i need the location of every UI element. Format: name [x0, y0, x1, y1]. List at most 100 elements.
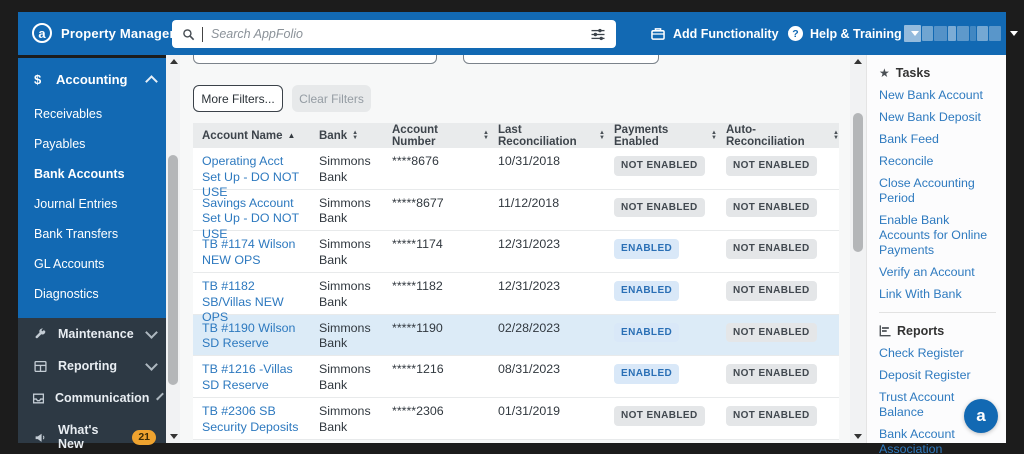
last-reconciliation-cell: 12/31/2023: [489, 231, 605, 272]
sidebar-section-accounting[interactable]: $ Accounting: [18, 58, 166, 99]
right-tasks-panel: ★ Tasks New Bank Account New Bank Deposi…: [866, 55, 1006, 443]
sidebar-section-maintenance[interactable]: Maintenance: [18, 318, 166, 350]
account-link[interactable]: TB #1190 Wilson SD Reserve: [202, 321, 295, 351]
auto-reconciliation-badge: NOT ENABLED: [726, 239, 817, 259]
payments-enabled-badge: NOT ENABLED: [614, 156, 705, 176]
account-link[interactable]: TB #2306 SB Security Deposits: [202, 404, 298, 434]
task-link-new-bank-deposit[interactable]: New Bank Deposit: [879, 110, 996, 125]
sidebar-scrollbar-thumb[interactable]: [168, 155, 178, 385]
table-row[interactable]: TB #1182 SB/Villas NEW OPS Simmons Bank …: [193, 273, 839, 315]
add-functionality-label: Add Functionality: [673, 27, 779, 41]
task-link-bank-feed[interactable]: Bank Feed: [879, 132, 996, 147]
bank-cell: Simmons Bank: [310, 231, 383, 272]
global-search-input[interactable]: Search AppFolio: [172, 20, 616, 48]
payments-enabled-badge: NOT ENABLED: [614, 198, 705, 218]
scroll-down-arrow[interactable]: [854, 434, 862, 439]
sidebar-section-whats-new[interactable]: What's New 21: [18, 414, 166, 454]
tasks-section-title: ★ Tasks: [879, 66, 1006, 80]
sidebar-section-communication[interactable]: Communication: [18, 382, 166, 414]
table-row[interactable]: Operating Acct Set Up - DO NOT USE Simmo…: [193, 148, 839, 190]
account-link[interactable]: TB #1174 Wilson NEW OPS: [202, 237, 295, 267]
sidebar-scrollbar[interactable]: [166, 55, 180, 443]
sort-asc-icon: ▲: [288, 131, 296, 140]
auto-reconciliation-badge: NOT ENABLED: [726, 198, 817, 218]
accounting-label: Accounting: [56, 72, 147, 87]
megaphone-icon: [32, 431, 48, 444]
panel-divider: [879, 312, 996, 313]
column-header-auto-reconciliation[interactable]: Auto-Reconciliation▲▼: [717, 123, 839, 148]
column-header-bank[interactable]: Bank▲▼: [310, 123, 383, 148]
payments-enabled-badge: ENABLED: [614, 281, 679, 301]
sidebar-item-bank-transfers[interactable]: Bank Transfers: [18, 219, 166, 249]
table-row[interactable]: TB #2306 SB Security Deposits Simmons Ba…: [193, 398, 839, 440]
sidebar-item-journal-entries[interactable]: Journal Entries: [18, 189, 166, 219]
column-header-account-number[interactable]: Account Number▲▼: [383, 123, 489, 148]
add-functionality-menu[interactable]: Add Functionality: [650, 12, 796, 55]
content-scrollbar[interactable]: [850, 55, 866, 443]
table-body: Operating Acct Set Up - DO NOT USE Simmo…: [193, 148, 839, 440]
chevron-down-icon: [145, 326, 158, 339]
search-placeholder: Search AppFolio: [211, 27, 590, 41]
scroll-up-arrow[interactable]: [170, 59, 178, 64]
bank-cell: Simmons Bank: [310, 398, 383, 439]
app-window: a Property Manager Search AppFolio: [0, 0, 1024, 454]
main-content: More Filters... Clear Filters Account Na…: [180, 55, 850, 443]
task-link-verify-an-account[interactable]: Verify an Account: [879, 265, 996, 280]
search-icon: [182, 28, 195, 41]
sidebar-item-gl-accounts[interactable]: GL Accounts: [18, 249, 166, 279]
brand-logo[interactable]: a Property Manager: [32, 23, 175, 43]
report-link-deposit-register[interactable]: Deposit Register: [879, 368, 996, 383]
chevron-down-icon: [157, 393, 165, 401]
sidebar-item-payables[interactable]: Payables: [18, 129, 166, 159]
bank-cell: Simmons Bank: [310, 315, 383, 356]
table-row[interactable]: TB #1174 Wilson NEW OPS Simmons Bank ***…: [193, 231, 839, 273]
appfolio-assistant-button[interactable]: a: [964, 399, 998, 433]
whats-new-count-badge: 21: [132, 430, 156, 445]
sidebar-item-diagnostics[interactable]: Diagnostics: [18, 279, 166, 309]
accounting-dollar-icon: $: [34, 72, 52, 87]
column-header-last-reconciliation[interactable]: Last Reconciliation▲▼: [489, 123, 605, 148]
user-account-menu[interactable]: [904, 12, 1018, 55]
search-filter-tune-icon[interactable]: [590, 28, 606, 41]
payments-enabled-badge: ENABLED: [614, 323, 679, 343]
text-cursor: [202, 27, 203, 42]
scroll-down-arrow[interactable]: [170, 434, 178, 439]
column-header-payments-enabled[interactable]: Payments Enabled▲▼: [605, 123, 717, 148]
task-link-enable-bank-accounts[interactable]: Enable Bank Accounts for Online Payments: [879, 213, 996, 258]
communication-label: Communication: [55, 391, 149, 405]
task-link-link-with-bank[interactable]: Link With Bank: [879, 287, 996, 302]
table-row[interactable]: TB #1216 -Villas SD Reserve Simmons Bank…: [193, 356, 839, 398]
grid-icon: [32, 360, 48, 373]
task-link-reconcile[interactable]: Reconcile: [879, 154, 996, 169]
account-link[interactable]: TB #1216 -Villas SD Reserve: [202, 362, 293, 392]
reporting-label: Reporting: [58, 359, 137, 373]
column-header-account-name[interactable]: Account Name▲: [193, 123, 310, 148]
account-number-cell: *****1174: [383, 231, 489, 272]
chevron-up-icon: [145, 75, 158, 88]
help-training-menu[interactable]: ? Help & Training: [788, 12, 919, 55]
clear-filters-button[interactable]: Clear Filters: [292, 85, 371, 112]
help-icon: ?: [788, 26, 803, 41]
star-icon: ★: [879, 66, 890, 80]
maintenance-label: Maintenance: [58, 327, 137, 341]
account-number-cell: *****2306: [383, 398, 489, 439]
inbox-icon: [32, 392, 45, 405]
sidebar-item-bank-accounts[interactable]: Bank Accounts: [18, 159, 166, 189]
more-filters-button[interactable]: More Filters...: [193, 85, 283, 112]
task-link-new-bank-account[interactable]: New Bank Account: [879, 88, 996, 103]
bank-cell: Simmons Bank: [310, 356, 383, 397]
content-scrollbar-thumb[interactable]: [853, 113, 863, 252]
task-link-close-accounting-period[interactable]: Close Accounting Period: [879, 176, 996, 206]
sidebar-section-reporting[interactable]: Reporting: [18, 350, 166, 382]
auto-reconciliation-badge: NOT ENABLED: [726, 281, 817, 301]
sidebar-item-receivables[interactable]: Receivables: [18, 99, 166, 129]
last-reconciliation-cell: 01/31/2019: [489, 398, 605, 439]
appfolio-logo-icon: a: [32, 23, 52, 43]
sort-icon: ▲▼: [352, 131, 358, 140]
table-header-row: Account Name▲ Bank▲▼ Account Number▲▼ La…: [193, 123, 839, 148]
table-row[interactable]: TB #1190 Wilson SD Reserve Simmons Bank …: [193, 315, 839, 357]
toolbox-icon: [650, 27, 666, 41]
scroll-up-arrow[interactable]: [854, 59, 862, 64]
table-row[interactable]: Savings Account Set Up - DO NOT USE Simm…: [193, 190, 839, 232]
report-link-check-register[interactable]: Check Register: [879, 346, 996, 361]
